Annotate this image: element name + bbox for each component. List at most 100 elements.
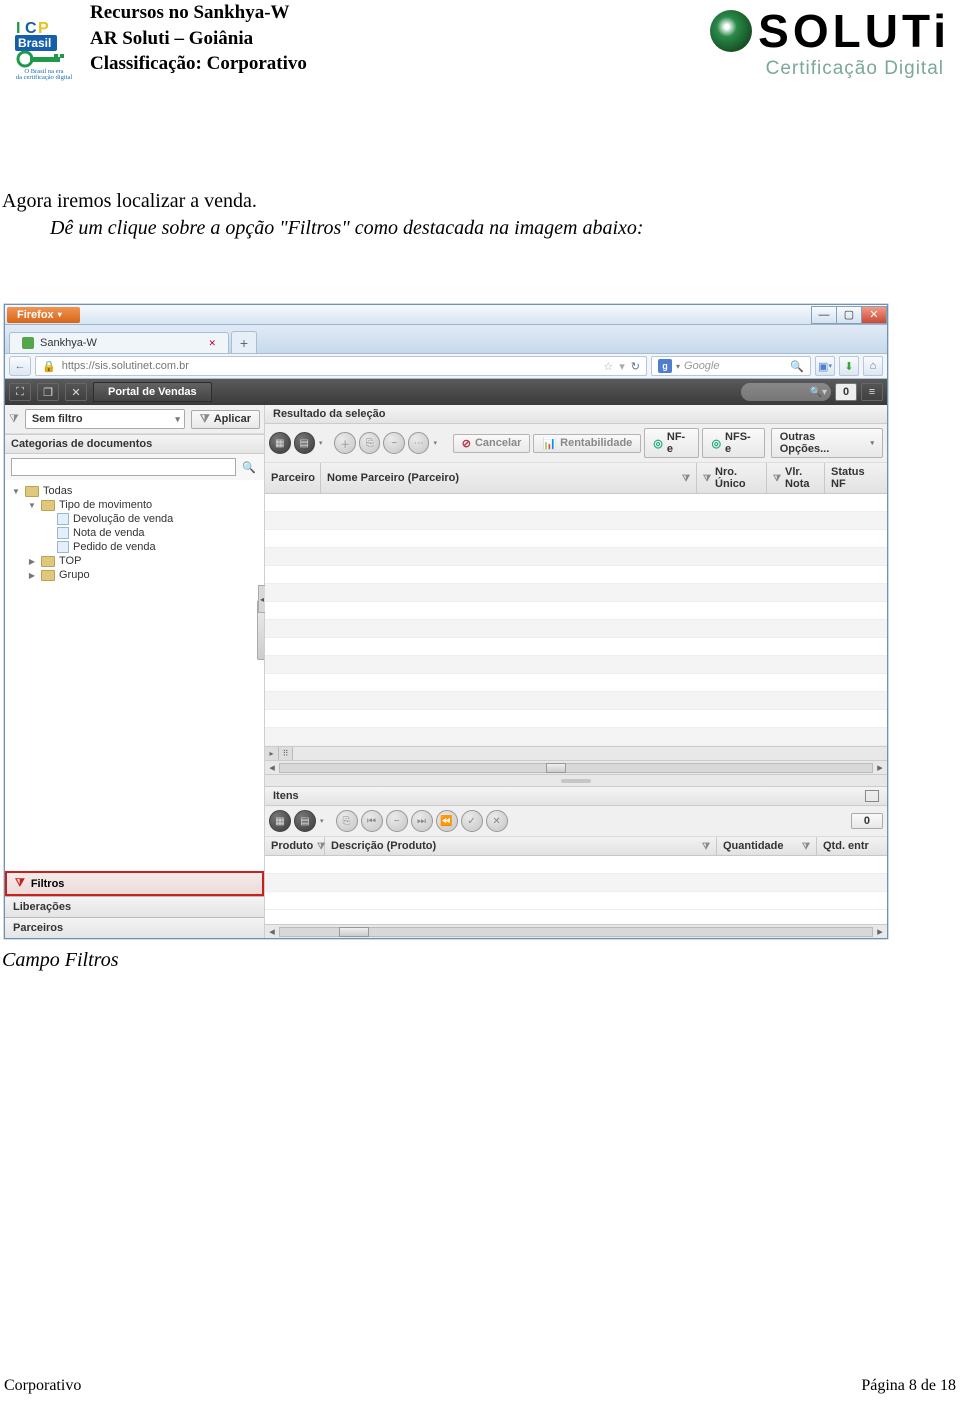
itens-view-form-button[interactable]: ▤ — [294, 810, 316, 832]
icol-quantidade[interactable]: Quantidade⧩ — [717, 837, 817, 855]
tree-node-pedido[interactable]: Pedido de venda — [11, 540, 258, 554]
nfe-button[interactable]: ◎NF-e — [644, 428, 699, 458]
maximize-pane-icon[interactable] — [865, 790, 879, 802]
url-input[interactable]: 🔒 https://sis.solutinet.com.br ☆ ▾ ↻ — [35, 356, 647, 376]
category-tree: ▼Todas ▼Tipo de movimento Devolução de v… — [5, 480, 264, 871]
bookmark-star-icon[interactable]: ☆ — [603, 360, 613, 373]
itens-count[interactable]: 0 — [851, 813, 883, 829]
funnel-icon: ⧩ — [9, 413, 19, 426]
col-status-nf[interactable]: Status NF — [825, 463, 887, 493]
soluti-logo: SOLUTi Certificação Digital — [650, 0, 950, 80]
browser-tab-sankhya[interactable]: Sankhya-W ✕ — [9, 332, 229, 353]
scroll-left-icon[interactable]: ◂ — [265, 925, 279, 938]
filter-icon[interactable]: ⧩ — [703, 473, 711, 484]
itens-check-button[interactable]: ✓ — [461, 810, 483, 832]
pane-resize-handle[interactable] — [265, 774, 887, 786]
collapse-handle[interactable]: ◂ — [258, 585, 265, 613]
cancel-button[interactable]: ⊘Cancelar — [453, 434, 531, 453]
tree-node-top[interactable]: ▶TOP — [11, 554, 258, 568]
itens-prev-button[interactable]: ⏪ — [436, 810, 458, 832]
scroll-left-icon[interactable]: ◂ — [265, 761, 279, 774]
itens-grid-body[interactable] — [265, 856, 887, 924]
scroll-right-icon[interactable]: ▸ — [873, 761, 887, 774]
window-maximize-button[interactable]: ▢ — [836, 306, 862, 324]
window-minimize-button[interactable]: — — [811, 306, 837, 324]
col-nome-parceiro[interactable]: Nome Parceiro (Parceiro)⧩ — [321, 463, 697, 493]
toolbar-windows-button[interactable]: ❐ — [37, 383, 59, 401]
side-filtros[interactable]: ⧩Filtros — [5, 871, 264, 896]
icol-qtd-entr[interactable]: Qtd. entr — [817, 837, 887, 855]
grid-hscroll[interactable]: ◂ ▸ — [265, 760, 887, 774]
bookmarks-dropdown-button[interactable]: ▣▾ — [815, 356, 835, 376]
toolbar-fullscreen-button[interactable]: ⛶ — [9, 383, 31, 401]
footer-right: Página 8 de 18 — [861, 1377, 956, 1395]
itens-next-button[interactable]: ⏭ — [411, 810, 433, 832]
nfse-button[interactable]: ◎NFS-e — [702, 428, 764, 458]
itens-hscroll[interactable]: ◂ ▸ — [265, 924, 887, 938]
download-button[interactable]: ⬇ — [839, 356, 859, 376]
tree-node-tipo-mov[interactable]: ▼Tipo de movimento — [11, 498, 258, 512]
tree-node-grupo[interactable]: ▶Grupo — [11, 568, 258, 582]
itens-header: Itens — [265, 786, 887, 806]
itens-copy-button[interactable]: ⎘ — [336, 810, 358, 832]
url-dropdown-icon[interactable]: ▾ — [619, 360, 625, 373]
new-tab-button[interactable]: + — [231, 331, 257, 353]
nav-back-button[interactable]: ← — [9, 356, 31, 376]
tree-node-nota[interactable]: Nota de venda — [11, 526, 258, 540]
filter-select[interactable]: Sem filtro — [25, 409, 185, 429]
more-button[interactable]: ⋯ — [408, 432, 430, 454]
copy-button[interactable]: ⎘ — [359, 432, 381, 454]
rentabilidade-button[interactable]: 📊Rentabilidade — [533, 434, 641, 453]
main-grid-body[interactable] — [265, 494, 887, 746]
scroll-right-icon[interactable]: ▸ — [873, 925, 887, 938]
search-icon[interactable]: 🔍 — [240, 458, 258, 476]
itens-cancel-button[interactable]: ✕ — [486, 810, 508, 832]
side-liberacoes[interactable]: Liberações — [5, 896, 264, 917]
firefox-menu-button[interactable]: Firefox — [7, 307, 80, 323]
main-grid-header: Parceiro Nome Parceiro (Parceiro)⧩ ⧩Nro.… — [265, 463, 887, 494]
app-menu-button[interactable]: ≡ — [861, 383, 883, 401]
toolbar-close-button[interactable]: ✕ — [65, 383, 87, 401]
tab-close-icon[interactable]: ✕ — [208, 338, 216, 349]
itens-first-button[interactable]: ⏮ — [361, 810, 383, 832]
apply-button[interactable]: ⧩Aplicar — [191, 410, 260, 429]
col-nro-unico[interactable]: ⧩Nro. Único — [697, 463, 767, 493]
selection-result-header: Resultado da seleção — [265, 405, 887, 424]
document-icon — [57, 513, 69, 525]
side-parceiros[interactable]: Parceiros — [5, 917, 264, 938]
outras-opcoes-button[interactable]: Outras Opções...▾ — [771, 428, 883, 458]
col-vlr-nota[interactable]: ⧩Vlr. Nota — [767, 463, 825, 493]
header-line-3: Classificação: Corporativo — [90, 51, 638, 77]
icol-produto[interactable]: Produto⧩ — [265, 837, 325, 855]
search-go-icon[interactable]: 🔍 — [790, 360, 804, 373]
window-close-button[interactable]: ✕ — [861, 306, 887, 324]
app-search-input[interactable]: 🔍▾ — [741, 383, 831, 401]
itens-remove-button[interactable]: − — [386, 810, 408, 832]
view-grid-button[interactable]: ▦ — [269, 432, 291, 454]
grid-handle-icon[interactable]: ⠿ — [279, 747, 293, 760]
col-parceiro[interactable]: Parceiro — [265, 463, 321, 493]
filter-icon[interactable]: ⧩ — [773, 473, 781, 484]
row-selector[interactable]: ▸ — [265, 747, 279, 760]
add-button[interactable]: ＋ — [334, 432, 356, 454]
filter-icon[interactable]: ⧩ — [682, 473, 690, 484]
view-form-button[interactable]: ▤ — [294, 432, 316, 454]
category-search-input[interactable] — [11, 458, 236, 476]
notification-count[interactable]: 0 — [835, 383, 857, 401]
remove-button[interactable]: − — [383, 432, 405, 454]
filter-icon[interactable]: ⧩ — [802, 841, 810, 852]
portal-tab[interactable]: Portal de Vendas — [93, 382, 212, 402]
search-input[interactable]: g ▾ Google 🔍 — [651, 356, 811, 376]
google-icon: g — [658, 359, 672, 373]
tree-node-devolucao[interactable]: Devolução de venda — [11, 512, 258, 526]
itens-view-grid-button[interactable]: ▦ — [269, 810, 291, 832]
icol-descricao[interactable]: Descrição (Produto)⧩ — [325, 837, 717, 855]
filter-icon[interactable]: ⧩ — [317, 841, 325, 852]
tree-node-todas[interactable]: ▼Todas — [11, 484, 258, 498]
itens-grid: Produto⧩ Descrição (Produto)⧩ Quantidade… — [265, 837, 887, 938]
page-footer: Corporativo Página 8 de 18 — [0, 1377, 960, 1395]
document-icon — [57, 527, 69, 539]
reload-icon[interactable]: ↻ — [631, 360, 640, 373]
home-button[interactable]: ⌂ — [863, 356, 883, 376]
filter-icon[interactable]: ⧩ — [702, 841, 710, 852]
